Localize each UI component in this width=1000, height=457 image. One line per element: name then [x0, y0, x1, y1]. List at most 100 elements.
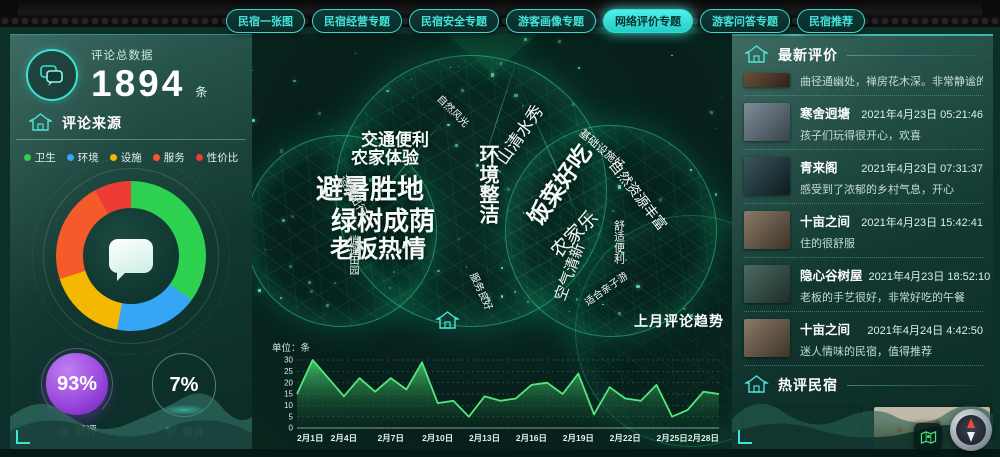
legend-label: 卫生: [35, 150, 56, 165]
comment-bubbles-icon: [26, 49, 78, 101]
svg-text:2月13日: 2月13日: [469, 433, 500, 443]
latest-reviews-title: 最新评价: [778, 45, 838, 65]
review-name: 十亩之间: [800, 319, 850, 338]
svg-text:30: 30: [284, 356, 293, 365]
svg-text:10: 10: [284, 401, 293, 410]
corner-bracket: [738, 430, 752, 444]
review-body: 十亩之间2021年4月23日 15:42:41 住的很舒服: [800, 211, 983, 251]
nav-tab-4[interactable]: 游客画像专题: [506, 9, 596, 33]
house-icon: [28, 112, 53, 134]
review-time: 2021年4月23日 07:31:37: [861, 160, 983, 176]
review-item-3[interactable]: 青来阁 2021年4月23日 07:31:37 感受到了浓郁的乡村气息，开心: [744, 150, 983, 204]
total-comments-block: 评论总数据 1894 条: [10, 35, 252, 104]
review-item-6[interactable]: 十亩之间2021年4月24日 4:42:50 迷人情味的民宿，值得推荐: [744, 312, 983, 366]
review-comment: 迷人情味的民宿，值得推荐: [800, 343, 983, 359]
compass-icon: [956, 415, 986, 445]
house-icon: [744, 374, 769, 396]
review-time: 2021年4月23日 18:52:10: [869, 268, 991, 284]
total-comments-value: 1894: [91, 65, 185, 102]
review-name: 隐心谷树屋: [800, 265, 863, 284]
wordcloud-word: 逍遥田园: [347, 235, 357, 275]
review-item-2[interactable]: 寒舍迥塘2021年4月23日 05:21:46孩子们玩得很开心，欢喜: [744, 96, 983, 150]
svg-text:2月7日: 2月7日: [378, 433, 404, 443]
nav-tab-5[interactable]: 网络评价专题: [603, 9, 693, 33]
svg-text:2月22日: 2月22日: [610, 433, 641, 443]
rating-gauges: 93% 好评 7% 差评: [10, 353, 252, 440]
thumb-down-icon: [164, 426, 177, 439]
unit-label: 单位：条: [272, 340, 724, 354]
review-item-5[interactable]: 隐心谷树屋2021年4月23日 18:52:10老板的手艺很好，非常好吃的午餐: [744, 258, 983, 312]
bad-rating-label: 差评: [182, 424, 204, 440]
bad-rating-gauge: 7%: [152, 353, 216, 417]
chat-bubble-icon: [109, 239, 153, 273]
review-comment: 孩子们玩得很开心，欢喜: [800, 127, 983, 143]
hot-homestays-header: 热评民宿: [732, 366, 993, 401]
legend-item-性价比[interactable]: 性价比: [196, 150, 239, 165]
trend-section: 上月评论趋势 单位：条 0510152025302月1日2月4日2月7日2月10…: [270, 310, 724, 449]
compass-button[interactable]: [950, 409, 992, 451]
nav-tab-6[interactable]: 游客问答专题: [700, 9, 790, 33]
top-nav: 民宿一张图民宿经营专题民宿安全专题游客画像专题网络评价专题游客问答专题民宿推荐: [226, 9, 865, 33]
review-comment: 曲径通幽处，禅房花木深。非常静谧的民宿: [800, 73, 983, 89]
comment-source-header: 评论来源: [16, 104, 246, 140]
bad-rating-value: 7%: [170, 374, 199, 397]
legend-dot: [196, 154, 203, 161]
comment-source-donut-chart: [56, 181, 206, 331]
donut-ring: [56, 181, 206, 331]
good-rating-gauge: 93%: [46, 353, 108, 415]
review-comment: 住的很舒服: [800, 235, 983, 251]
review-item-4[interactable]: 十亩之间2021年4月23日 15:42:41 住的很舒服: [744, 204, 983, 258]
review-item-1[interactable]: 曲径通幽处，禅房花木深。非常静谧的民宿: [744, 71, 983, 96]
trend-header: 上月评论趋势: [270, 310, 724, 336]
svg-text:2月4日: 2月4日: [331, 433, 357, 443]
review-head: 十亩之间2021年4月23日 15:42:41: [800, 211, 983, 230]
svg-text:0: 0: [289, 424, 294, 433]
legend-item-环境[interactable]: 环境: [67, 150, 99, 165]
review-body: 青来阁 2021年4月23日 07:31:37 感受到了浓郁的乡村气息，开心: [800, 157, 983, 197]
review-time: 2021年4月23日 05:21:46: [861, 106, 983, 122]
wordcloud-word: 绿树成荫: [331, 208, 435, 234]
svg-text:2月10日: 2月10日: [422, 433, 453, 443]
left-panel: 评论总数据 1894 条 评论来源 卫生环境设施服务性价比 93%: [10, 34, 252, 449]
wordcloud-word: 老板热情: [330, 238, 426, 262]
homestay-card-1[interactable]: 隐居阁电话：0577-67722668地址：温州市文成县武阳村村民中心旁(近刘基…: [744, 407, 860, 449]
wordcloud-word: 山清水秀: [494, 102, 547, 167]
svg-text:25: 25: [284, 367, 293, 376]
nav-tab-1[interactable]: 民宿一张图: [226, 9, 305, 33]
comment-source-title: 评论来源: [62, 113, 122, 133]
good-rating-label: 好评: [75, 422, 97, 438]
svg-text:2月16日: 2月16日: [516, 433, 547, 443]
thumb-up-icon: [57, 424, 70, 437]
review-time: 2021年4月23日 15:42:41: [861, 214, 983, 230]
house-icon: [270, 310, 625, 332]
legend-dot: [67, 154, 74, 161]
svg-text:20: 20: [284, 378, 293, 387]
map-button[interactable]: [914, 423, 942, 451]
review-head: 隐心谷树屋2021年4月23日 18:52:10: [800, 265, 983, 284]
nav-tab-7[interactable]: 民宿推荐: [797, 9, 865, 33]
wordcloud-word: 服务良好: [467, 272, 493, 312]
review-comment: 感受到了浓郁的乡村气息，开心: [800, 181, 983, 197]
nav-tab-3[interactable]: 民宿安全专题: [409, 9, 499, 33]
review-body: 隐心谷树屋2021年4月23日 18:52:10老板的手艺很好，非常好吃的午餐: [800, 265, 983, 305]
legend-item-卫生[interactable]: 卫生: [24, 150, 56, 165]
svg-text:2月1日: 2月1日: [297, 433, 323, 443]
review-photo: [744, 319, 790, 357]
floating-buttons: [914, 409, 992, 451]
latest-reviews-list: 曲径通幽处，禅房花木深。非常静谧的民宿寒舍迥塘2021年4月23日 05:21:…: [732, 71, 993, 366]
svg-text:5: 5: [289, 412, 294, 421]
wordcloud-word: 自然风光: [434, 94, 469, 129]
review-head: 十亩之间2021年4月24日 4:42:50: [800, 319, 983, 338]
corner-bracket: [16, 430, 30, 444]
donut-hole: [83, 208, 179, 304]
wordcloud-word: 交通便利: [361, 132, 429, 149]
wordcloud-word: 农家体验: [351, 150, 419, 167]
trend-area-chart: 0510152025302月1日2月4日2月7日2月10日2月13日2月16日2…: [270, 354, 724, 449]
nav-tab-2[interactable]: 民宿经营专题: [312, 9, 402, 33]
total-comments-label: 评论总数据: [91, 47, 207, 63]
legend-label: 性价比: [207, 150, 239, 165]
review-photo: [744, 265, 790, 303]
trend-title: 上月评论趋势: [634, 311, 724, 331]
svg-text:2月28日: 2月28日: [688, 433, 719, 443]
review-name: 青来阁: [800, 157, 838, 176]
